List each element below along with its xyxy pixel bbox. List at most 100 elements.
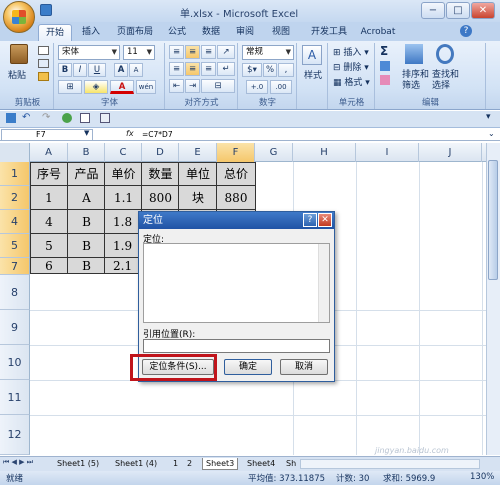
cell-D1[interactable]: 数量 — [142, 162, 179, 186]
increase-indent-button[interactable]: ⇥ — [185, 79, 200, 93]
font-size-select[interactable]: 11 ▼ — [123, 45, 155, 60]
column-header[interactable]: E — [179, 143, 217, 162]
insert-cells-button[interactable]: ⊞ 插入 ▾ — [333, 45, 369, 58]
align-bottom-button[interactable]: ≡ — [201, 45, 216, 59]
quick-print-icon[interactable] — [100, 113, 110, 123]
save-qat-icon[interactable] — [6, 113, 16, 123]
sheet-tab[interactable]: Sh — [283, 458, 299, 470]
row-header[interactable]: 5 — [0, 234, 30, 258]
refresh-icon[interactable] — [62, 113, 72, 123]
undo-icon[interactable]: ↶ — [22, 112, 30, 123]
column-header[interactable]: J — [419, 143, 482, 162]
name-box[interactable]: F7 — [1, 129, 93, 141]
qat-customize-icon[interactable]: ▾ — [486, 112, 491, 122]
row-header[interactable]: 9 — [0, 310, 30, 345]
delete-cells-button[interactable]: ⊟ 删除 ▾ — [333, 60, 369, 73]
grow-font-button[interactable]: A — [114, 63, 128, 77]
merge-center-button[interactable]: ⊟ — [201, 79, 235, 93]
tab-page-layout[interactable]: 页面布局 — [110, 24, 160, 41]
sort-filter-icon[interactable] — [405, 44, 423, 64]
sheet-nav-arrows[interactable]: ⏮ ◀ ▶ ⏭ — [3, 458, 33, 467]
minimize-button[interactable]: − — [421, 2, 445, 19]
percent-button[interactable]: % — [263, 63, 277, 77]
cell-B1[interactable]: 产品 — [68, 162, 105, 186]
cut-icon[interactable] — [38, 46, 49, 55]
tab-view[interactable]: 视图 — [266, 24, 296, 41]
copy-icon[interactable] — [38, 59, 49, 68]
tab-insert[interactable]: 插入 — [76, 24, 106, 41]
cell-B2[interactable]: A — [68, 186, 105, 210]
styles-icon[interactable]: A — [302, 45, 322, 65]
phonetic-button[interactable]: wén — [136, 80, 156, 94]
format-cells-button[interactable]: ▦ 格式 ▾ — [333, 75, 370, 88]
row-header[interactable]: 2 — [0, 186, 30, 210]
row-header[interactable]: 7 — [0, 258, 30, 275]
underline-button[interactable]: U — [88, 63, 106, 77]
cell-F1[interactable]: 总价 — [217, 162, 255, 186]
formula-input[interactable]: =C7*D7 — [140, 129, 485, 141]
print-preview-icon[interactable] — [80, 113, 90, 123]
fx-button[interactable]: fx — [126, 129, 134, 138]
cell-C1[interactable]: 单价 — [105, 162, 142, 186]
goto-listbox[interactable] — [143, 243, 330, 323]
format-painter-icon[interactable] — [38, 72, 49, 81]
styles-button[interactable]: 样式 — [304, 68, 322, 81]
bold-button[interactable]: B — [58, 63, 72, 77]
sheet-tab[interactable]: Sheet4 — [244, 458, 278, 470]
horizontal-scrollbar[interactable] — [300, 459, 480, 469]
cell-B4[interactable]: B — [68, 210, 105, 234]
maximize-button[interactable]: □ — [446, 2, 470, 19]
dialog-close-button[interactable]: ✕ — [318, 213, 332, 227]
sheet-tab[interactable]: 2 — [184, 458, 195, 470]
sheet-tab-active[interactable]: Sheet3 — [202, 458, 239, 470]
cell-B7[interactable]: B — [68, 254, 105, 278]
number-format-select[interactable]: 常规 ▼ — [242, 45, 294, 60]
align-right-button[interactable]: ≡ — [201, 62, 216, 76]
column-header[interactable]: I — [356, 143, 419, 162]
wrap-text-button[interactable]: ↵ — [217, 62, 235, 76]
cell-D2[interactable]: 800 — [142, 186, 179, 210]
redo-icon[interactable]: ↷ — [42, 112, 50, 123]
goto-list-scrollbar[interactable] — [318, 244, 329, 322]
fill-color-button[interactable]: ◈ — [84, 80, 108, 94]
comma-button[interactable]: , — [278, 63, 294, 77]
sheet-tab[interactable]: Sheet1 (4) — [112, 458, 160, 470]
column-header[interactable]: H — [293, 143, 356, 162]
align-top-button[interactable]: ≡ — [169, 45, 184, 59]
help-icon[interactable]: ? — [460, 25, 472, 37]
fill-icon[interactable] — [380, 61, 390, 71]
tab-data[interactable]: 数据 — [196, 24, 226, 41]
currency-button[interactable]: $▾ — [242, 63, 262, 77]
decrease-decimal-button[interactable]: .00 — [270, 80, 292, 94]
decrease-indent-button[interactable]: ⇤ — [169, 79, 184, 93]
increase-decimal-button[interactable]: +.0 — [246, 80, 268, 94]
close-button[interactable]: ✕ — [471, 2, 495, 19]
ok-button[interactable]: 确定 — [224, 359, 272, 375]
find-select-icon[interactable] — [436, 44, 454, 64]
cancel-button[interactable]: 取消 — [280, 359, 328, 375]
align-center-button[interactable]: ≡ — [185, 62, 200, 76]
column-header[interactable]: B — [68, 143, 105, 162]
cell-C2[interactable]: 1.1 — [105, 186, 142, 210]
reference-input[interactable] — [143, 339, 330, 353]
cell-C4[interactable]: 1.8 — [105, 210, 142, 234]
row-header[interactable]: 1 — [0, 162, 30, 186]
borders-button[interactable]: ⊞ — [58, 80, 82, 94]
cell-A4[interactable]: 4 — [30, 210, 68, 234]
row-header[interactable]: 4 — [0, 210, 30, 234]
tab-formulas[interactable]: 公式 — [162, 24, 192, 41]
row-header[interactable]: 12 — [0, 415, 30, 455]
cell-E2[interactable]: 块 — [179, 186, 217, 210]
autosum-button[interactable]: Σ — [380, 44, 388, 58]
orientation-button[interactable]: ↗ — [217, 45, 235, 59]
clear-icon[interactable] — [380, 75, 390, 85]
paste-icon[interactable] — [10, 44, 28, 64]
tab-home[interactable]: 开始 — [38, 24, 72, 41]
column-header[interactable]: D — [142, 143, 179, 162]
cell-E1[interactable]: 单位 — [179, 162, 217, 186]
row-header[interactable]: 10 — [0, 345, 30, 380]
cell-A1[interactable]: 序号 — [30, 162, 68, 186]
zoom-level[interactable]: 130% — [470, 472, 494, 482]
sheet-tab[interactable]: Sheet1 (5) — [54, 458, 102, 470]
column-header[interactable]: F — [217, 143, 255, 162]
